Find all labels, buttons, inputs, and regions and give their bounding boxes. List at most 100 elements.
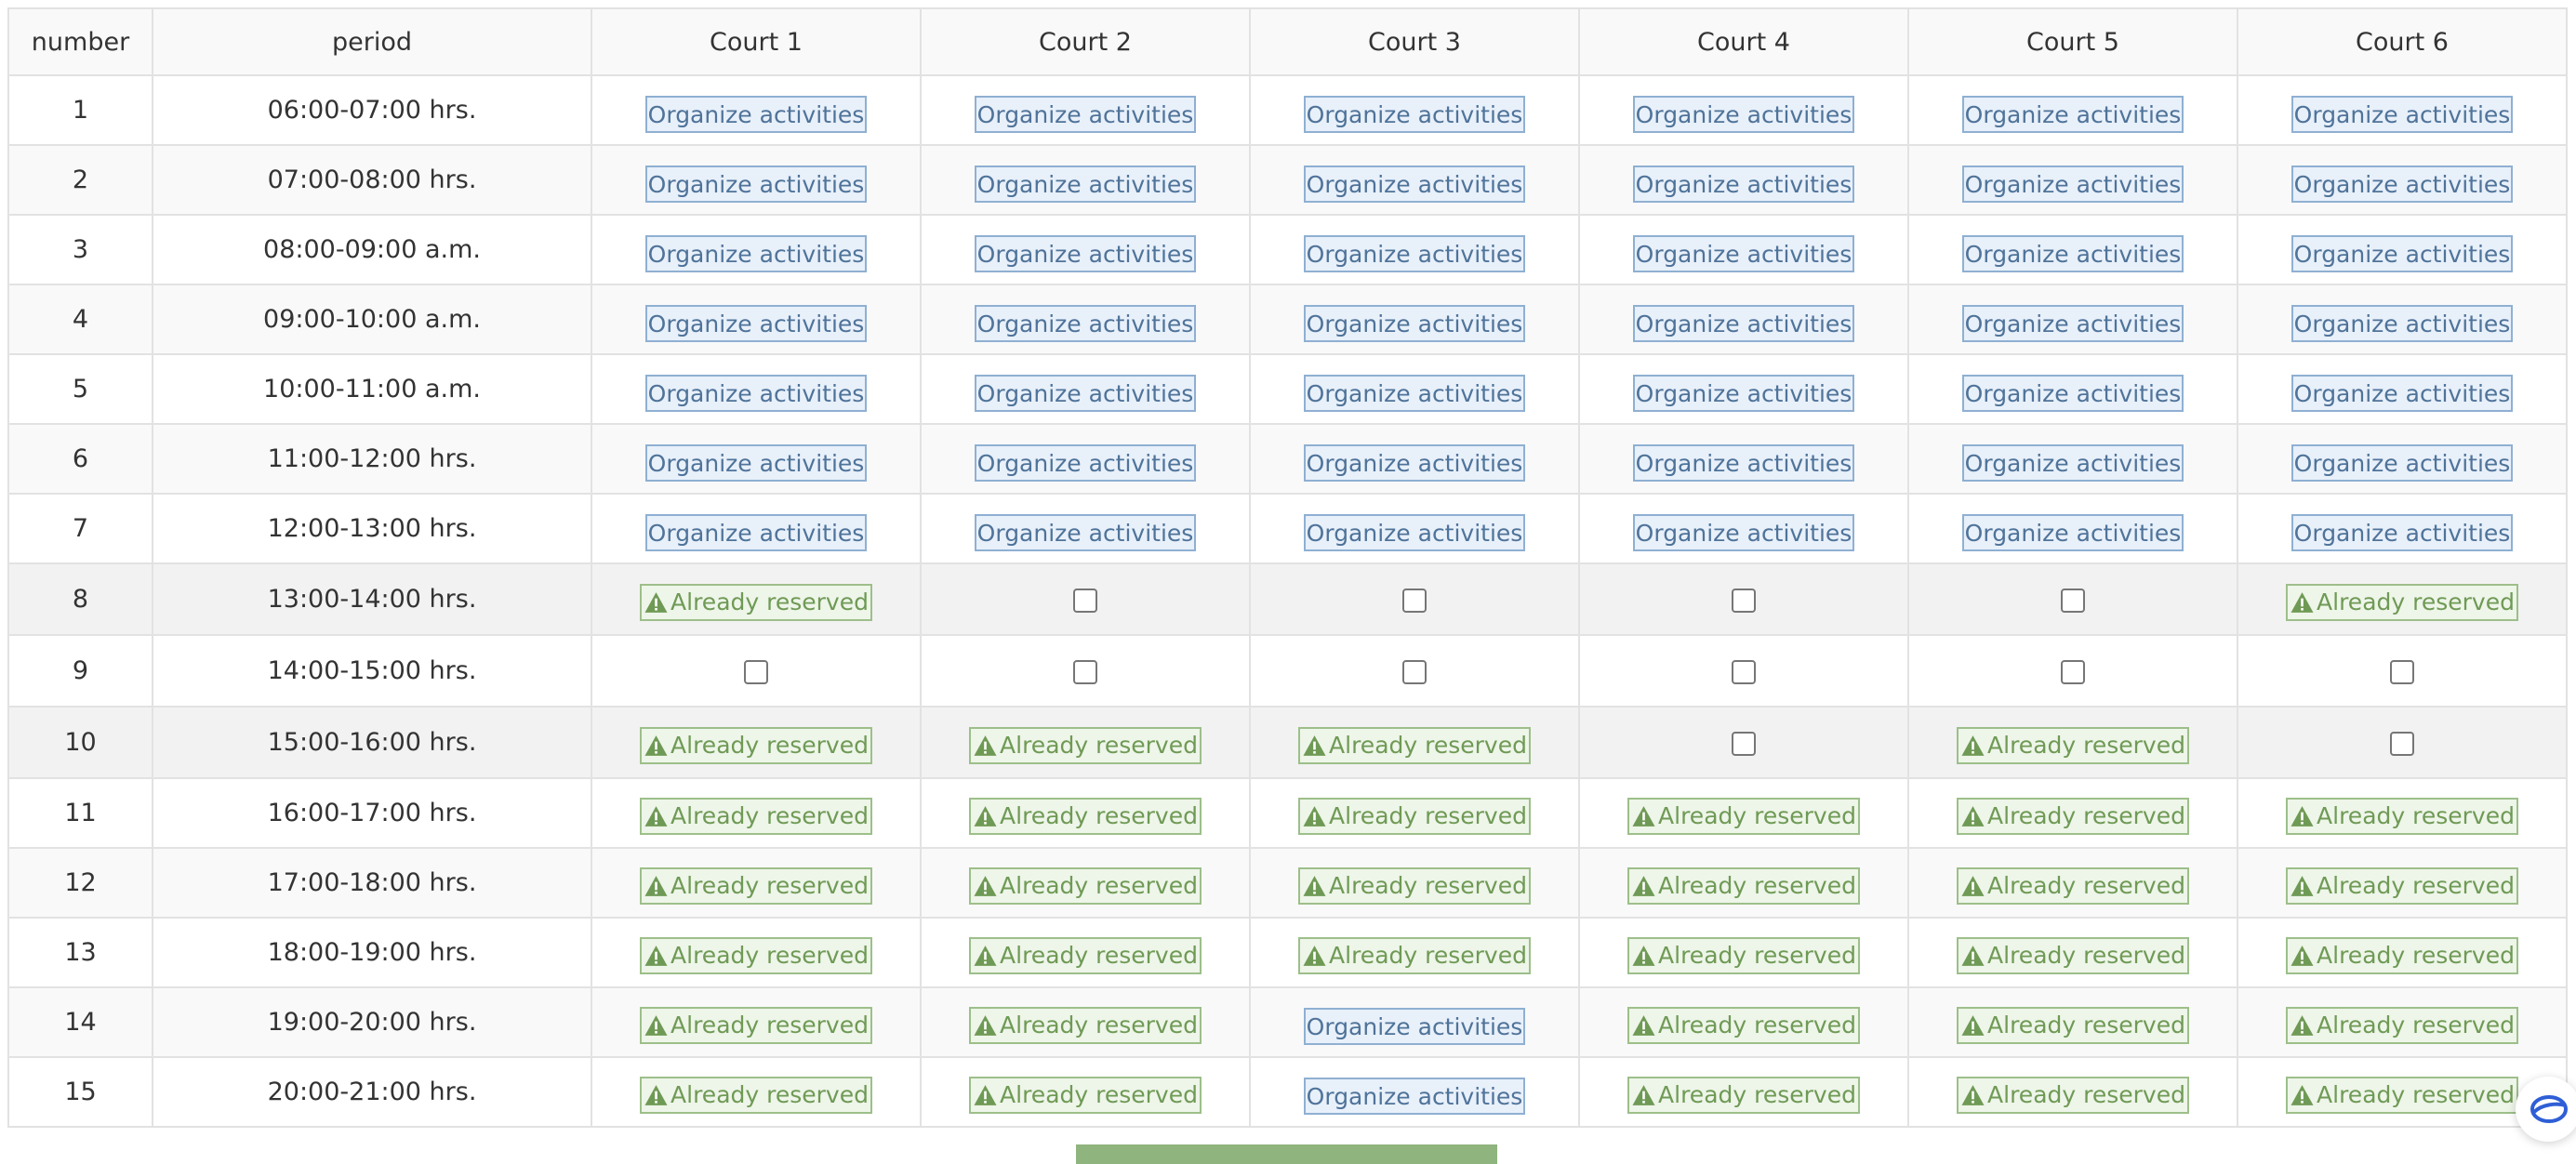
reserve-slot-checkbox[interactable]	[1073, 588, 1097, 613]
court-1-slot: Already reserved	[591, 706, 922, 779]
reserve-slot-checkbox[interactable]	[1402, 659, 1427, 684]
warning-triangle-icon	[1960, 734, 1985, 757]
row-period: 11:00-12:00 hrs.	[152, 423, 592, 495]
already-reserved-label: Already reserved	[1329, 802, 1527, 829]
reserve-slot-checkbox[interactable]	[1732, 588, 1756, 613]
chat-widget-button[interactable]	[2516, 1077, 2576, 1142]
organize-activities-button[interactable]: Organize activities	[1962, 443, 2184, 482]
reserve-slot-checkbox[interactable]	[1073, 659, 1097, 684]
already-reserved-label: Already reserved	[671, 589, 869, 615]
reserve-slot-checkbox[interactable]	[1732, 659, 1756, 684]
organize-activities-button[interactable]: Organize activities	[1962, 165, 2184, 203]
reserve-slot-checkbox[interactable]	[744, 659, 768, 684]
warning-triangle-icon	[973, 945, 998, 967]
court-5-slot: Organize activities	[1907, 493, 2238, 564]
header-period: period	[152, 7, 592, 76]
reserve-slot-checkbox[interactable]	[2061, 659, 2085, 684]
already-reserved-label: Already reserved	[2317, 802, 2515, 829]
organize-activities-button[interactable]: Organize activities	[975, 443, 1196, 482]
row-number: 13	[7, 917, 153, 988]
organize-activities-button[interactable]: Organize activities	[2291, 95, 2513, 133]
court-6-slot: Already reserved	[2237, 847, 2568, 919]
already-reserved-badge: Already reserved	[640, 936, 872, 974]
organize-activities-button[interactable]: Organize activities	[1633, 513, 1854, 551]
row-period: 18:00-19:00 hrs.	[152, 917, 592, 988]
reserve-slot-checkbox[interactable]	[2061, 588, 2085, 613]
row-period: 15:00-16:00 hrs.	[152, 706, 592, 779]
organize-activities-button[interactable]: Organize activities	[1633, 304, 1854, 342]
warning-triangle-icon	[644, 1014, 669, 1037]
organize-activities-button[interactable]: Organize activities	[1633, 234, 1854, 272]
organize-activities-button[interactable]: Organize activities	[2291, 443, 2513, 482]
header-court-4: Court 4	[1578, 7, 1909, 76]
organize-activities-button[interactable]: Organize activities	[645, 513, 867, 551]
organize-activities-button[interactable]: Organize activities	[975, 95, 1196, 133]
row-number: 3	[7, 214, 153, 285]
court-6-slot: Already reserved	[2237, 562, 2568, 636]
organize-activities-button[interactable]: Organize activities	[975, 374, 1196, 412]
organize-activities-button[interactable]: Organize activities	[1304, 513, 1525, 551]
header-court-5: Court 5	[1907, 7, 2238, 76]
organize-activities-button[interactable]: Organize activities	[1304, 234, 1525, 272]
organize-activities-button[interactable]: Organize activities	[1633, 443, 1854, 482]
organize-activities-button[interactable]: Organize activities	[1304, 95, 1525, 133]
already-reserved-label: Already reserved	[1658, 802, 1856, 829]
reserve-slot-checkbox[interactable]	[1732, 731, 1756, 756]
organize-activities-button[interactable]: Organize activities	[975, 513, 1196, 551]
row-period: 17:00-18:00 hrs.	[152, 847, 592, 919]
organize-activities-button[interactable]: Organize activities	[1304, 374, 1525, 412]
organize-activities-button[interactable]: Organize activities	[975, 304, 1196, 342]
warning-triangle-icon	[2290, 875, 2315, 897]
organize-activities-button[interactable]: Organize activities	[1633, 165, 1854, 203]
organize-activities-button[interactable]: Organize activities	[1304, 304, 1525, 342]
organize-activities-button[interactable]: Organize activities	[1962, 304, 2184, 342]
court-4-slot	[1578, 634, 1909, 708]
already-reserved-badge: Already reserved	[1627, 1076, 1860, 1114]
row-period: 19:00-20:00 hrs.	[152, 986, 592, 1058]
organize-activities-button[interactable]: Organize activities	[1962, 513, 2184, 551]
header-number: number	[7, 7, 153, 76]
court-1-slot: Already reserved	[591, 847, 922, 919]
table-row: 6 11:00-12:00 hrs. Organize activities Orga…	[7, 423, 2568, 495]
court-2-slot: Already reserved	[920, 986, 1251, 1058]
reserve-slot-checkbox[interactable]	[1402, 588, 1427, 613]
already-reserved-label: Already reserved	[1658, 942, 1856, 969]
organize-activities-button[interactable]: Organize activities	[645, 443, 867, 482]
organize-activities-button[interactable]: Organize activities	[975, 234, 1196, 272]
row-period: 07:00-08:00 hrs.	[152, 144, 592, 216]
organize-activities-button[interactable]: Organize activities	[1304, 1007, 1525, 1045]
warning-triangle-icon	[644, 734, 669, 757]
organize-activities-button[interactable]: Organize activities	[1633, 374, 1854, 412]
organize-activities-button[interactable]: Organize activities	[1633, 95, 1854, 133]
organize-activities-button[interactable]: Organize activities	[1304, 1077, 1525, 1115]
organize-activities-button[interactable]: Organize activities	[1962, 95, 2184, 133]
court-3-slot: Already reserved	[1249, 917, 1580, 988]
organize-activities-button[interactable]: Organize activities	[645, 234, 867, 272]
organize-activities-button[interactable]: Organize activities	[2291, 234, 2513, 272]
court-4-slot	[1578, 706, 1909, 779]
submit-button[interactable]	[1076, 1144, 1497, 1164]
organize-activities-button[interactable]: Organize activities	[1962, 234, 2184, 272]
organize-activities-button[interactable]: Organize activities	[2291, 165, 2513, 203]
organize-activities-button[interactable]: Organize activities	[1962, 374, 2184, 412]
chat-icon	[2530, 1095, 2568, 1123]
organize-activities-button[interactable]: Organize activities	[1304, 165, 1525, 203]
organize-activities-button[interactable]: Organize activities	[2291, 374, 2513, 412]
organize-activities-button[interactable]: Organize activities	[645, 304, 867, 342]
court-1-slot: Already reserved	[591, 562, 922, 636]
organize-activities-button[interactable]: Organize activities	[1304, 443, 1525, 482]
reserve-slot-checkbox[interactable]	[2390, 731, 2414, 756]
court-4-slot: Already reserved	[1578, 847, 1909, 919]
court-5-slot: Organize activities	[1907, 423, 2238, 495]
court-2-slot: Organize activities	[920, 74, 1251, 146]
organize-activities-button[interactable]: Organize activities	[645, 95, 867, 133]
organize-activities-button[interactable]: Organize activities	[645, 165, 867, 203]
already-reserved-badge: Already reserved	[969, 1006, 1202, 1044]
organize-activities-button[interactable]: Organize activities	[975, 165, 1196, 203]
organize-activities-button[interactable]: Organize activities	[645, 374, 867, 412]
organize-activities-button[interactable]: Organize activities	[2291, 513, 2513, 551]
court-4-slot: Already reserved	[1578, 1056, 1909, 1128]
court-2-slot: Organize activities	[920, 214, 1251, 285]
reserve-slot-checkbox[interactable]	[2390, 659, 2414, 684]
organize-activities-button[interactable]: Organize activities	[2291, 304, 2513, 342]
